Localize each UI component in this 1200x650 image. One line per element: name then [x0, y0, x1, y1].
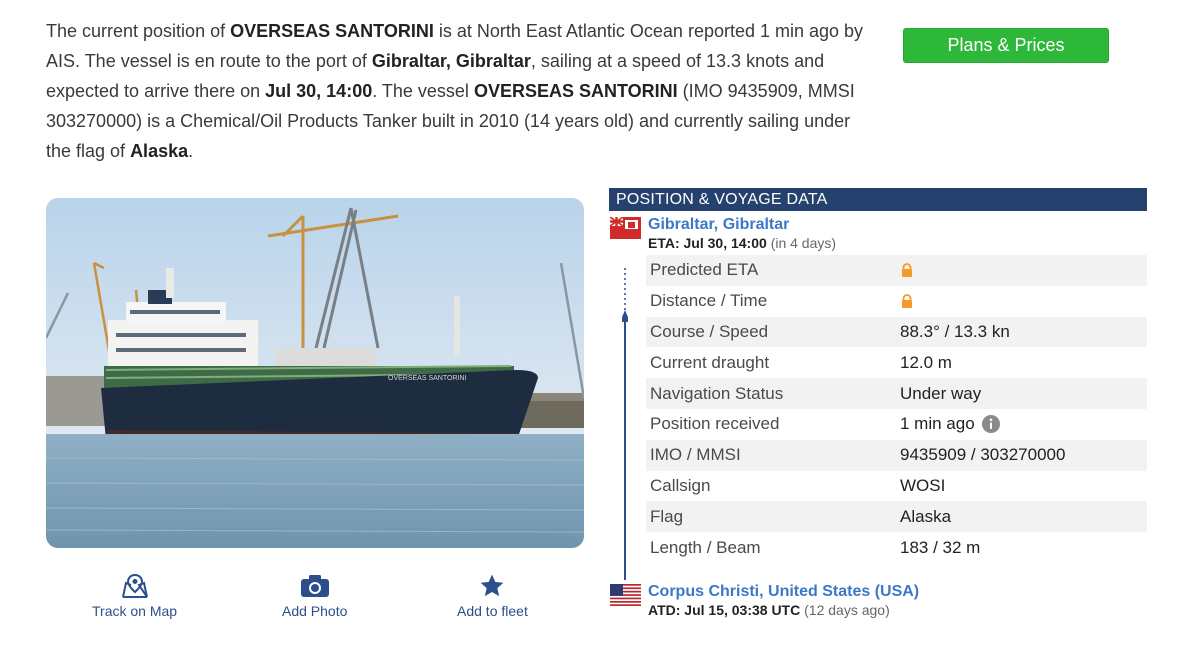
- eta-label: ETA: Jul 30, 14:00: [648, 235, 767, 251]
- usa-flag-icon: [610, 584, 641, 606]
- eta-text: Jul 30, 14:00: [265, 81, 373, 101]
- summary-text: The current position of: [46, 21, 231, 41]
- vessel-name: OVERSEAS SANTORINI: [230, 21, 434, 41]
- destination-port: Gibraltar, Gibraltar: [371, 51, 531, 71]
- imo-mmsi-value: 9435909 / 303270000: [900, 445, 1066, 465]
- table-row: IMO / MMSI 9435909 / 303270000: [646, 439, 1147, 471]
- vessel-summary: The current position of OVERSEAS SANTORI…: [46, 16, 866, 166]
- add-to-fleet-label: Add to fleet: [457, 603, 528, 619]
- voyage-data-table: Predicted ETA Distance / Time Course / S…: [646, 255, 1147, 563]
- position-received-value: 1 min ago: [900, 414, 975, 434]
- table-row: Distance / Time: [646, 286, 1147, 317]
- course-speed-value: 88.3° / 13.3 kn: [900, 321, 1010, 341]
- row-label: Callsign: [650, 475, 711, 495]
- row-label: Position received: [650, 414, 780, 434]
- draught-value: 12.0 m: [900, 352, 952, 372]
- vessel-name: OVERSEAS SANTORINI: [473, 81, 678, 101]
- origin-port-block: Corpus Christi, United States (USA) ATD:…: [609, 578, 1147, 622]
- table-row: Course / Speed 88.3° / 13.3 kn: [646, 316, 1147, 348]
- eta-relative: (in 4 days): [770, 235, 837, 251]
- add-to-fleet-button[interactable]: Add to fleet: [457, 572, 528, 619]
- star-icon: [479, 572, 505, 600]
- table-row: Current draught 12.0 m: [646, 347, 1147, 378]
- table-row: Navigation Status Under way: [646, 378, 1147, 409]
- gibraltar-flag-icon: [610, 217, 641, 239]
- summary-text: . The vessel: [372, 81, 474, 101]
- table-row: Position received 1 min ago: [646, 409, 1147, 440]
- row-label: Predicted ETA: [650, 260, 759, 280]
- callsign-value: WOSI: [900, 475, 946, 495]
- lock-icon[interactable]: [900, 263, 914, 278]
- vessel-photo-image: OVERSEAS SANTORINI: [46, 198, 584, 548]
- vessel-photo[interactable]: OVERSEAS SANTORINI: [46, 198, 584, 548]
- map-pin-icon: [120, 572, 150, 600]
- row-label: IMO / MMSI: [650, 445, 741, 465]
- summary-text: .: [188, 141, 194, 161]
- panel-title: POSITION & VOYAGE DATA: [609, 188, 1147, 211]
- length-beam-value: 183 / 32 m: [900, 537, 981, 557]
- flag-value: Alaska: [900, 506, 952, 526]
- row-label: Flag: [650, 506, 684, 526]
- row-label: Navigation Status: [650, 383, 784, 403]
- hull-name: OVERSEAS SANTORINI: [388, 375, 467, 382]
- row-label: Length / Beam: [650, 537, 761, 557]
- add-photo-label: Add Photo: [282, 603, 348, 619]
- table-row: Length / Beam 183 / 32 m: [646, 532, 1147, 563]
- position-voyage-panel: POSITION & VOYAGE DATA Gibraltar, Gibral…: [609, 188, 1147, 563]
- nav-status-value: Under way: [900, 383, 982, 403]
- destination-port-link[interactable]: Gibraltar, Gibraltar: [648, 211, 1147, 235]
- atd-relative: (12 days ago): [804, 602, 890, 618]
- origin-port-link[interactable]: Corpus Christi, United States (USA): [648, 578, 1147, 602]
- track-on-map-label: Track on Map: [92, 603, 178, 619]
- table-row: Predicted ETA: [646, 255, 1147, 286]
- camera-icon: [300, 572, 330, 600]
- add-photo-button[interactable]: Add Photo: [282, 572, 347, 619]
- atd-label: ATD: Jul 15, 03:38 UTC: [648, 602, 801, 618]
- row-label: Course / Speed: [650, 321, 769, 341]
- destination-port-block: Gibraltar, Gibraltar ETA: Jul 30, 14:00 …: [609, 211, 1147, 255]
- table-row: Flag Alaska: [646, 501, 1147, 533]
- row-label: Current draught: [650, 352, 770, 372]
- info-icon[interactable]: [981, 415, 1000, 434]
- plans-prices-button[interactable]: Plans & Prices: [903, 28, 1109, 63]
- flag-name: Alaska: [130, 141, 189, 161]
- lock-icon[interactable]: [900, 294, 914, 309]
- table-row: Callsign WOSI: [646, 471, 1147, 502]
- vessel-actions: Track on Map Add Photo Add to fleet: [46, 572, 584, 632]
- track-on-map-button[interactable]: Track on Map: [92, 572, 177, 619]
- row-label: Distance / Time: [650, 291, 768, 311]
